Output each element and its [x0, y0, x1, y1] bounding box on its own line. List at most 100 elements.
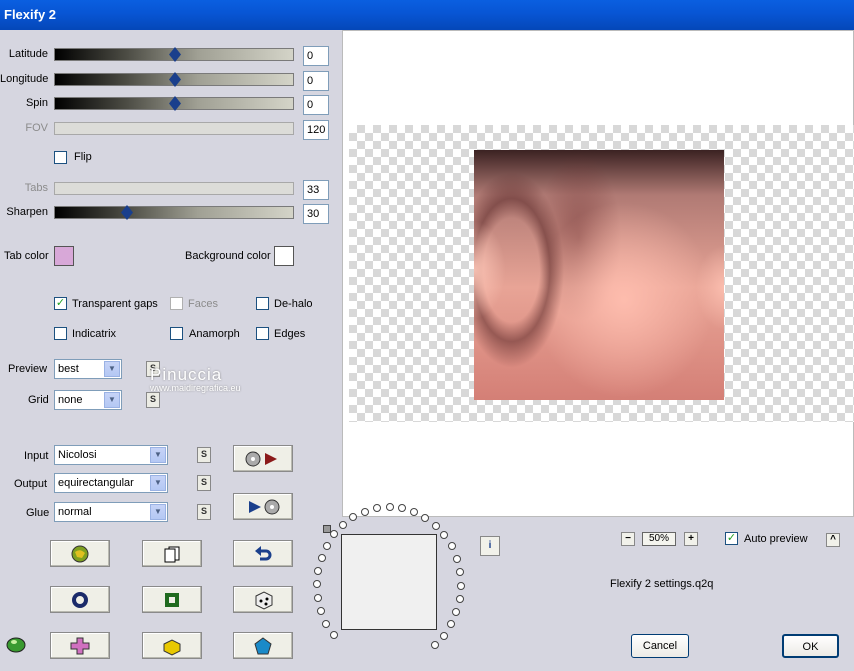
navigator-thumbnail[interactable] [341, 534, 437, 630]
tabs-slider [54, 182, 294, 195]
flip-label: Flip [74, 151, 92, 163]
indicatrix-checkbox[interactable] [54, 327, 67, 340]
grid-select[interactable]: none ▼ [54, 390, 122, 410]
disc-arrow-right-icon [245, 451, 277, 466]
spin-label: Spin [25, 97, 48, 109]
longitude-label: Longitude [0, 73, 49, 85]
glue-s-button[interactable]: S [197, 504, 211, 520]
glue-label: Glue [26, 507, 50, 519]
input-to-output-button[interactable] [233, 445, 293, 472]
tabs-label: Tabs [24, 182, 48, 194]
settings-filename: Flexify 2 settings.q2q [610, 578, 714, 590]
faces-label: Faces [188, 298, 218, 310]
navigator-dot [317, 553, 326, 562]
sharpen-label: Sharpen [6, 206, 48, 218]
sharpen-slider[interactable] [54, 205, 294, 220]
globe-button[interactable] [50, 540, 110, 567]
output-to-input-button[interactable] [233, 493, 293, 520]
anamorph-checkbox[interactable] [170, 327, 183, 340]
longitude-slider[interactable] [54, 72, 294, 87]
chevron-down-icon: ▼ [150, 504, 166, 520]
sharpen-thumb[interactable] [121, 205, 133, 220]
faces-checkbox [170, 297, 183, 310]
copy-icon [164, 546, 180, 562]
zoom-in-button[interactable]: + [684, 532, 698, 546]
navigator-dot [439, 631, 448, 640]
flip-checkbox[interactable] [54, 151, 67, 164]
info-button[interactable]: i [480, 536, 500, 556]
fov-label: FOV [25, 122, 48, 134]
glue-select-value: normal [58, 506, 92, 518]
tabs-input: 33 [303, 180, 329, 200]
gem-logo-icon [6, 637, 26, 653]
input-select[interactable]: Nicolosi ▼ [54, 445, 168, 465]
ring-button[interactable] [50, 586, 110, 613]
watermark-name: Pinuccia [150, 365, 223, 384]
cancel-button[interactable]: Cancel [631, 634, 689, 658]
navigator-dot [456, 581, 465, 590]
glue-select[interactable]: normal ▼ [54, 502, 168, 522]
transparent-gaps-label: Transparent gaps [72, 298, 158, 310]
app-logo [4, 630, 28, 657]
cross-icon [70, 637, 90, 654]
brick-button[interactable] [142, 632, 202, 659]
navigator-dot [430, 641, 439, 650]
latitude-input[interactable]: 0 [303, 46, 329, 66]
auto-preview-label: Auto preview [744, 533, 808, 545]
chevron-down-icon: ▼ [104, 392, 120, 408]
ok-button[interactable]: OK [782, 634, 839, 658]
chevron-down-icon: ▼ [150, 447, 166, 463]
transparent-gaps-checkbox[interactable]: ✓ [54, 297, 67, 310]
check-mark: ✓ [55, 297, 66, 309]
navigator-dot [455, 595, 464, 604]
tab-color-label: Tab color [4, 250, 49, 262]
undo-button[interactable] [233, 540, 293, 567]
fov-input: 120 [303, 120, 329, 140]
spin-thumb[interactable] [169, 96, 181, 111]
navigator-dot [322, 619, 331, 628]
ring-icon [72, 591, 88, 608]
navigator-dot [329, 630, 338, 639]
navigator-dot [385, 503, 394, 511]
background-color-label: Background color [185, 250, 271, 262]
zoom-out-button[interactable]: − [621, 532, 635, 546]
random-button[interactable] [233, 586, 293, 613]
preview-select[interactable]: best ▼ [54, 359, 122, 379]
cross-button[interactable] [50, 632, 110, 659]
zoom-level[interactable]: 50% [642, 532, 676, 546]
check-mark: ✓ [726, 532, 737, 544]
dice-icon [255, 590, 273, 610]
grid-s-button[interactable]: S [146, 392, 160, 408]
spin-slider[interactable] [54, 96, 294, 111]
spin-input[interactable]: 0 [303, 95, 329, 115]
sharpen-input[interactable]: 30 [303, 204, 329, 224]
auto-preview-checkbox[interactable]: ✓ [725, 532, 738, 545]
longitude-thumb[interactable] [169, 72, 181, 87]
input-s-button[interactable]: S [197, 447, 211, 463]
frame-button[interactable] [142, 586, 202, 613]
chevron-down-icon: ▼ [104, 361, 120, 377]
tab-color-swatch[interactable] [54, 246, 74, 266]
output-select[interactable]: equirectangular ▼ [54, 473, 168, 493]
navigator-dot [322, 541, 331, 550]
preview-select-value: best [58, 363, 79, 375]
scroll-up-button[interactable]: ^ [826, 533, 840, 547]
title-bar: Flexify 2 [0, 0, 854, 30]
pentagon-button[interactable] [233, 632, 293, 659]
output-label: Output [14, 478, 48, 490]
fov-slider [54, 122, 294, 135]
latitude-slider[interactable] [54, 47, 294, 62]
input-select-value: Nicolosi [58, 449, 97, 461]
navigator-dot [455, 567, 464, 576]
edges-checkbox[interactable] [256, 327, 269, 340]
navigator-dot [314, 594, 322, 602]
watermark-url: www.maidiregrafica.eu [150, 383, 241, 393]
background-color-swatch[interactable] [274, 246, 294, 266]
output-s-button[interactable]: S [197, 475, 211, 491]
navigator-dot [452, 554, 461, 563]
copy-button[interactable] [142, 540, 202, 567]
de-halo-checkbox[interactable] [256, 297, 269, 310]
pentagon-icon [254, 636, 272, 654]
longitude-input[interactable]: 0 [303, 71, 329, 91]
latitude-thumb[interactable] [169, 47, 181, 62]
